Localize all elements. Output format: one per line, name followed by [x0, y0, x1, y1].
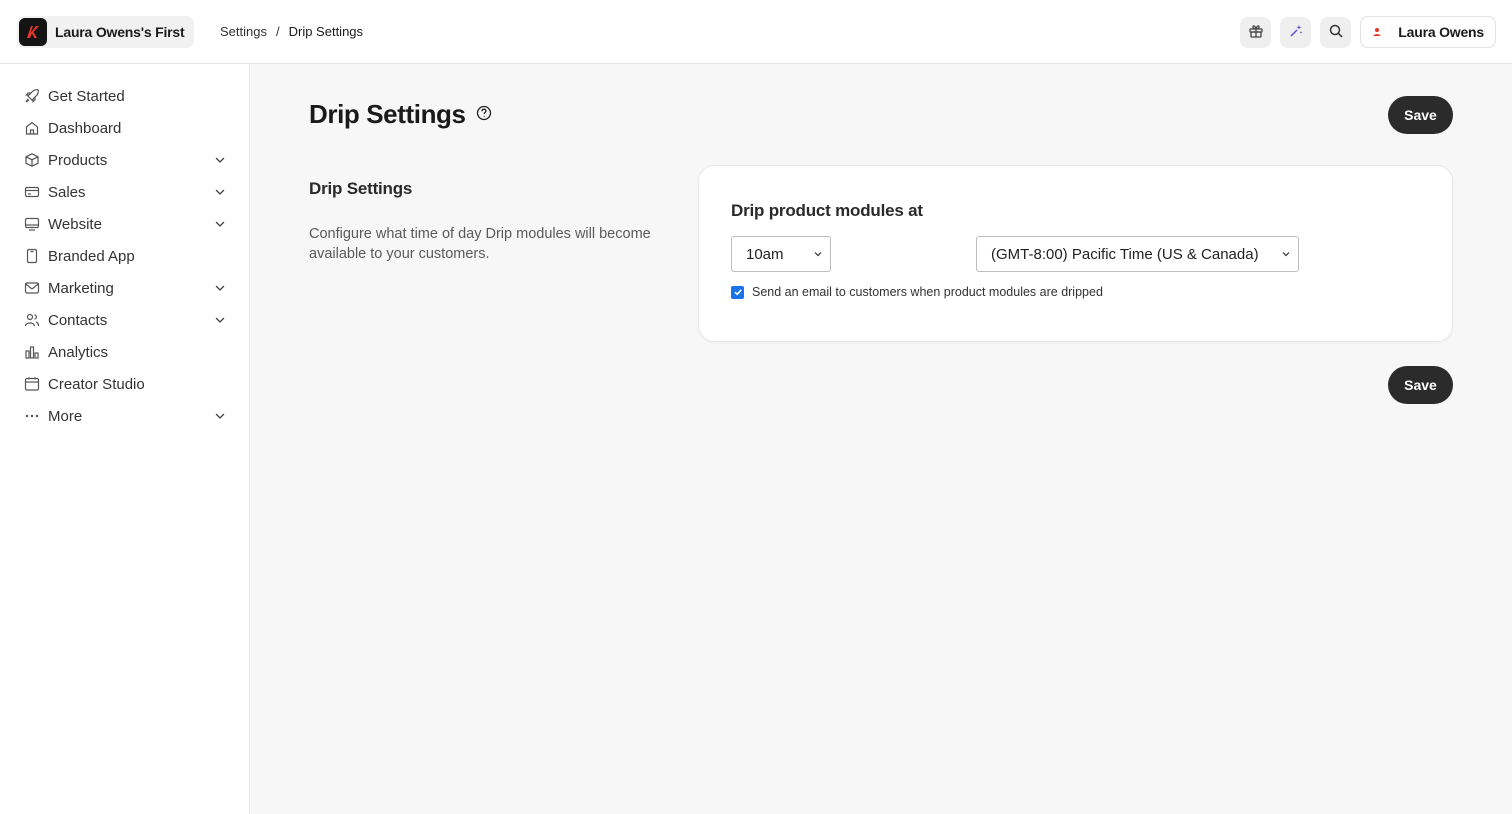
chevron-down-icon[interactable]: [213, 185, 227, 199]
main-content: Drip Settings Save Drip Settings Configu…: [250, 64, 1512, 814]
users-icon: [24, 312, 40, 328]
sidebar-item-branded-app[interactable]: Branded App: [0, 240, 249, 272]
credit-card-icon: [24, 184, 40, 200]
sidebar-item-label: Products: [48, 151, 108, 169]
sidebar-item-label: Sales: [48, 183, 86, 201]
email-notification-checkbox[interactable]: [731, 285, 744, 299]
section-title: Drip Settings: [309, 179, 413, 198]
home-icon: [24, 120, 40, 136]
ai-assistant-button[interactable]: [1280, 16, 1312, 48]
breadcrumb-separator: /: [275, 24, 280, 39]
sidebar-item-products[interactable]: Products: [0, 144, 249, 176]
user-menu[interactable]: Laura Owens: [1360, 16, 1496, 48]
timezone-value: (GMT-8:00) Pacific Time (US & Canada): [991, 245, 1259, 263]
sidebar-item-contacts[interactable]: Contacts: [0, 304, 249, 336]
workspace-switcher[interactable]: Laura Owens's First: [17, 16, 195, 48]
mail-icon: [24, 280, 40, 296]
sidebar-item-label: Dashboard: [48, 119, 122, 137]
magic-wand-icon: [1288, 23, 1304, 42]
sidebar-item-website[interactable]: Website: [0, 208, 249, 240]
chevron-down-icon[interactable]: [213, 217, 227, 231]
gift-button[interactable]: [1240, 16, 1272, 48]
sidebar: Get Started Dashboard Products Sales Web…: [0, 64, 250, 814]
help-circle-icon[interactable]: [476, 105, 492, 121]
breadcrumb-current: Drip Settings: [288, 24, 364, 39]
more-dots-icon: [24, 408, 40, 424]
email-notification-label[interactable]: Send an email to customers when product …: [752, 285, 1103, 299]
drip-time-value: 10am: [746, 245, 784, 263]
sidebar-item-label: More: [48, 407, 83, 425]
section-description: Configure what time of day Drip modules …: [309, 226, 651, 262]
page-title: Drip Settings: [309, 99, 492, 130]
email-notification-row: Send an email to customers when product …: [731, 285, 1103, 299]
chevron-down-icon[interactable]: [213, 281, 227, 295]
chevron-down-icon: [812, 248, 824, 260]
calendar-icon: [24, 376, 40, 392]
sidebar-item-get-started[interactable]: Get Started: [0, 80, 249, 112]
save-button-bottom[interactable]: Save: [1388, 366, 1453, 404]
breadcrumb-settings-link[interactable]: Settings: [220, 24, 267, 39]
sidebar-item-dashboard[interactable]: Dashboard: [0, 112, 249, 144]
user-icon: [1373, 28, 1381, 36]
save-button[interactable]: Save: [1388, 96, 1453, 134]
sidebar-item-label: Branded App: [48, 247, 135, 265]
gift-icon: [1248, 23, 1264, 42]
mobile-icon: [24, 248, 40, 264]
sidebar-item-label: Analytics: [48, 343, 109, 361]
sidebar-item-label: Get Started: [48, 87, 125, 105]
avatar: [1365, 20, 1390, 44]
card-title: Drip product modules at: [731, 201, 923, 220]
sidebar-item-label: Creator Studio: [48, 375, 145, 393]
box-icon: [24, 152, 40, 168]
search-button[interactable]: [1320, 16, 1352, 48]
sidebar-item-label: Website: [48, 215, 102, 233]
page-title-text: Drip Settings: [309, 99, 466, 129]
check-icon: [733, 289, 742, 296]
timezone-select[interactable]: (GMT-8:00) Pacific Time (US & Canada): [976, 236, 1299, 272]
chevron-down-icon: [1280, 248, 1292, 260]
workspace-name: Laura Owens's First: [55, 24, 185, 40]
bar-chart-icon: [24, 344, 40, 360]
sidebar-item-more[interactable]: More: [0, 400, 249, 432]
user-name: Laura Owens: [1398, 24, 1484, 40]
top-bar: Laura Owens's First Settings / Drip Sett…: [0, 0, 1512, 64]
chevron-down-icon[interactable]: [213, 313, 227, 327]
sidebar-item-marketing[interactable]: Marketing: [0, 272, 249, 304]
drip-time-select[interactable]: 10am: [731, 236, 831, 272]
brand-logo-icon: [19, 18, 47, 46]
rocket-icon: [24, 88, 40, 104]
sidebar-item-sales[interactable]: Sales: [0, 176, 249, 208]
sidebar-item-label: Marketing: [48, 279, 114, 297]
sidebar-item-label: Contacts: [48, 311, 108, 329]
search-icon: [1328, 23, 1344, 42]
drip-settings-card: Drip product modules at 10am (GMT-8:00) …: [698, 165, 1453, 342]
sidebar-item-creator-studio[interactable]: Creator Studio: [0, 368, 249, 400]
chevron-down-icon[interactable]: [213, 409, 227, 423]
sidebar-item-analytics[interactable]: Analytics: [0, 336, 249, 368]
top-actions: Laura Owens: [1240, 16, 1496, 48]
breadcrumb: Settings / Drip Settings: [220, 24, 363, 39]
monitor-icon: [24, 216, 40, 232]
chevron-down-icon[interactable]: [213, 153, 227, 167]
